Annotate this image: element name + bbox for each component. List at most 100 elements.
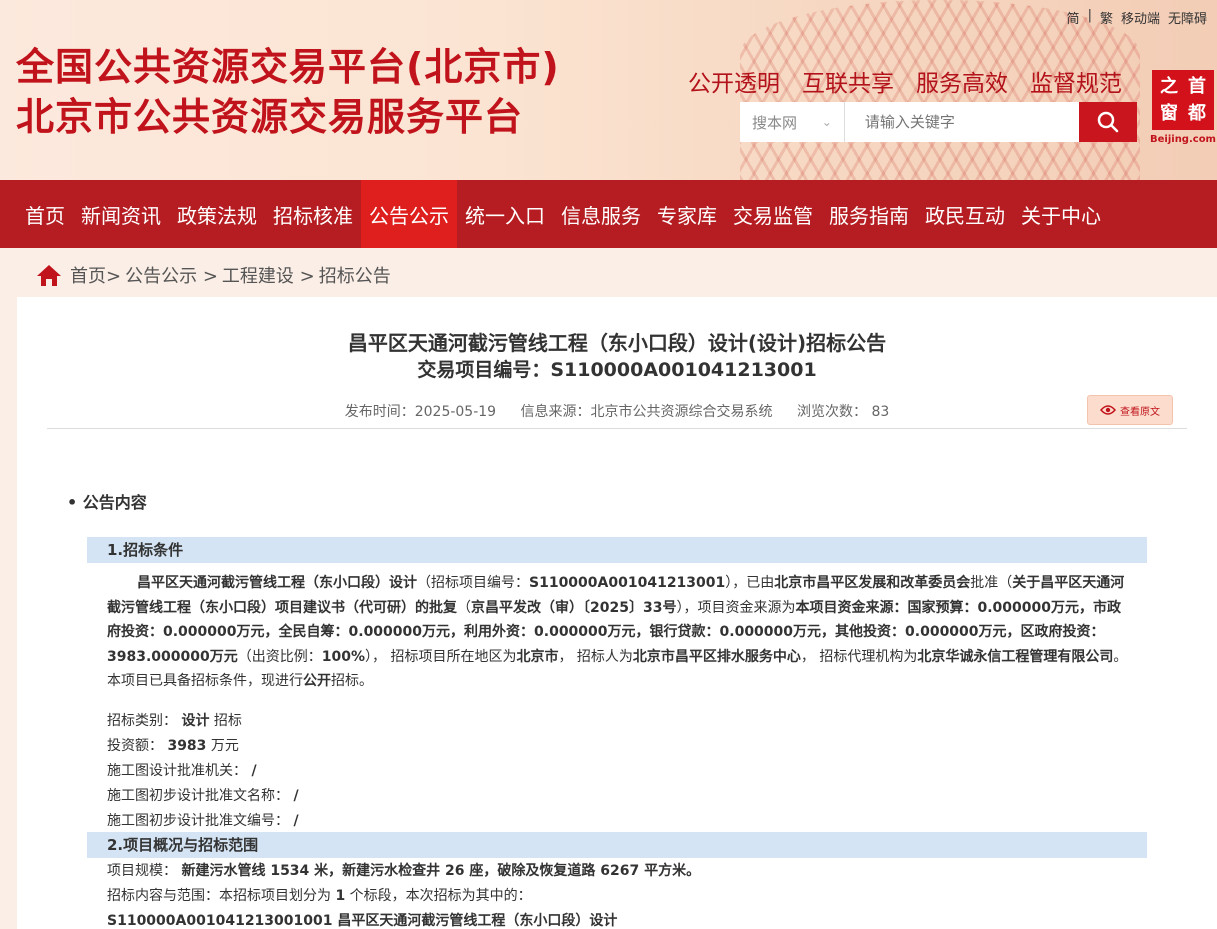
breadcrumb: 首页> 公告公示 > 工程建设 > 招标公告 <box>36 258 395 292</box>
slogan: 监督规范 <box>1030 71 1122 97</box>
nav-item-news[interactable]: 新闻资讯 <box>73 180 169 248</box>
section-bar-conditions: 1.招标条件 <box>87 537 1147 563</box>
info-label: 施工图初步设计批准文编号： <box>107 813 289 829</box>
publish-time: 发布时间：2025-05-19 <box>344 404 497 420</box>
view-original-label: 查看原文 <box>1120 406 1160 418</box>
article-card: 昌平区天通河截污管线工程（东小口段）设计(设计)招标公告 交易项目编号：S110… <box>17 297 1217 929</box>
site-title: 全国公共资源交易平台(北京市) 北京市公共资源交易服务平台 <box>16 42 560 142</box>
breadcrumb-home[interactable]: 首页> <box>70 262 121 288</box>
search-icon <box>1097 111 1119 133</box>
info-line-approval-name: 施工图初步设计批准文名称： / <box>107 785 299 805</box>
nav-item-interaction[interactable]: 政民互动 <box>917 180 1013 248</box>
info-line-investment: 投资额： 3983 万元 <box>107 735 239 755</box>
search-scope-select[interactable]: 搜本网 ⌄ <box>740 102 845 142</box>
search-scope-label: 搜本网 <box>752 113 798 132</box>
nav-item-info-service[interactable]: 信息服务 <box>553 180 649 248</box>
info-label: 投资额： <box>107 738 163 754</box>
accessibility-link[interactable]: 无障碍 <box>1168 8 1207 27</box>
logo-char: 首 <box>1188 76 1206 97</box>
project-code-label: 交易项目编号： <box>417 359 551 381</box>
funding-ratio: 100% <box>321 648 365 665</box>
text: 个标段，本次招标为其中的： <box>349 888 532 904</box>
eye-icon <box>1100 405 1116 415</box>
simplified-link[interactable]: 简 <box>1067 8 1080 27</box>
info-value: / <box>293 788 299 804</box>
article-title: 昌平区天通河截污管线工程（东小口段）设计(设计)招标公告 <box>347 331 887 355</box>
slogan: 公开透明 <box>688 71 780 97</box>
text: （招标项目编号： <box>417 575 529 591</box>
info-line-category: 招标类别： 设计 招标 <box>107 710 242 730</box>
main-nav: 首页 新闻资讯 政策法规 招标核准 公告公示 统一入口 信息服务 专家库 交易监… <box>0 180 1217 248</box>
logo-caption: Beijing.com <box>1150 134 1216 145</box>
info-value: / <box>251 763 257 779</box>
region: 北京市 <box>516 648 559 665</box>
lot-count: 1 <box>335 888 346 904</box>
text: ），已由 <box>725 575 775 591</box>
search-bar: 搜本网 ⌄ <box>740 102 1137 142</box>
info-label: 招标类别： <box>107 713 177 729</box>
mobile-link[interactable]: 移动端 <box>1121 8 1160 27</box>
info-value: 新建污水管线 1534 米，新建污水检查井 26 座，破除及恢复道路 6267 … <box>181 863 701 879</box>
scope-line: 招标内容与范围：本招标项目划分为 1 个标段，本次招标为其中的： <box>107 885 532 905</box>
logo-char: 都 <box>1188 103 1206 124</box>
tender-conditions-paragraph: 昌平区天通河截污管线工程（东小口段）设计（招标项目编号：S110000A0010… <box>107 571 1131 694</box>
view-original-button[interactable]: 查看原文 <box>1087 395 1173 425</box>
section-heading: • 公告内容 <box>67 493 147 512</box>
breadcrumb-announcements[interactable]: 公告公示 > <box>125 262 218 288</box>
info-label: 施工图初步设计批准文名称： <box>107 788 289 804</box>
breadcrumb-tender-notice[interactable]: 招标公告 <box>319 262 391 288</box>
site-title-line-1: 全国公共资源交易平台(北京市) <box>16 45 560 89</box>
info-suffix: 招标 <box>209 713 242 729</box>
text: ， 招标代理机构为 <box>800 648 918 665</box>
project-code: 交易项目编号：S110000A001041213001 <box>17 355 1217 382</box>
approval-number: 京昌平发改（审）〔2025〕33号 <box>471 599 677 616</box>
lot-line: S110000A001041213001001 昌平区天通河截污管线工程（东小口… <box>107 910 617 929</box>
tender-method: 公开 <box>303 673 331 689</box>
project-number: S110000A001041213001 <box>529 575 726 591</box>
approver: 北京市昌平区发展和改革委员会 <box>774 575 971 591</box>
info-value: / <box>293 813 299 829</box>
text: 招标。 <box>331 673 373 689</box>
text: （ <box>457 599 471 616</box>
traditional-link[interactable]: 繁 <box>1100 8 1113 27</box>
view-count: 浏览次数： 83 <box>797 404 890 420</box>
info-source: 信息来源：北京市公共资源综合交易系统 <box>520 404 773 420</box>
nav-item-policy[interactable]: 政策法规 <box>169 180 265 248</box>
nav-item-supervision[interactable]: 交易监管 <box>725 180 821 248</box>
slogan: 服务高效 <box>916 71 1008 97</box>
info-value: 设计 <box>181 713 210 729</box>
project-scale-line: 项目规模： 新建污水管线 1534 米，新建污水检查井 26 座，破除及恢复道路… <box>107 860 700 880</box>
nav-item-experts[interactable]: 专家库 <box>649 180 725 248</box>
text: ）， 招标项目所在地区为 <box>365 648 517 665</box>
section-bar-overview: 2.项目概况与招标范围 <box>87 832 1147 858</box>
project-code-value: S110000A001041213001 <box>550 359 817 381</box>
article-meta: 发布时间：2025-05-19 信息来源：北京市公共资源综合交易系统 浏览次数：… <box>17 401 1217 421</box>
agency: 北京华诚永信工程管理有限公司 <box>917 648 1114 665</box>
lot-name: S110000A001041213001001 昌平区天通河截污管线工程（东小口… <box>107 913 618 929</box>
nav-item-announcements[interactable]: 公告公示 <box>361 180 457 248</box>
slogans: 公开透明 互联共享 服务高效 监督规范 <box>688 64 1122 98</box>
info-value: 3983 <box>167 738 207 754</box>
home-icon <box>37 265 61 286</box>
breadcrumb-construction[interactable]: 工程建设 > <box>222 262 315 288</box>
logo-char: 窗 <box>1160 103 1178 124</box>
nav-item-tender-approval[interactable]: 招标核准 <box>265 180 361 248</box>
info-label: 项目规模： <box>107 863 177 879</box>
capital-window-logo[interactable]: 之 首 窗 都 <box>1152 70 1214 130</box>
search-button[interactable] <box>1078 102 1137 142</box>
tenderer: 北京市昌平区排水服务中心 <box>632 648 801 665</box>
nav-item-guide[interactable]: 服务指南 <box>821 180 917 248</box>
info-suffix: 万元 <box>206 738 239 754</box>
text: 招标内容与范围：本招标项目划分为 <box>107 888 331 904</box>
info-line-approval-number: 施工图初步设计批准文编号： / <box>107 810 299 830</box>
info-label: 施工图设计批准机关： <box>107 763 247 779</box>
top-links: 简 | 繁 移动端 无障碍 <box>1067 8 1207 27</box>
header: 简 | 繁 移动端 无障碍 全国公共资源交易平台(北京市) 北京市公共资源交易服… <box>0 0 1217 180</box>
nav-item-home[interactable]: 首页 <box>17 180 73 248</box>
nav-item-about[interactable]: 关于中心 <box>1013 180 1109 248</box>
logo-char: 之 <box>1160 76 1178 97</box>
search-input[interactable] <box>844 102 1079 142</box>
text: ， 招标人为 <box>558 648 633 665</box>
info-line-approval-authority: 施工图设计批准机关： / <box>107 760 257 780</box>
nav-item-unified-entry[interactable]: 统一入口 <box>457 180 553 248</box>
